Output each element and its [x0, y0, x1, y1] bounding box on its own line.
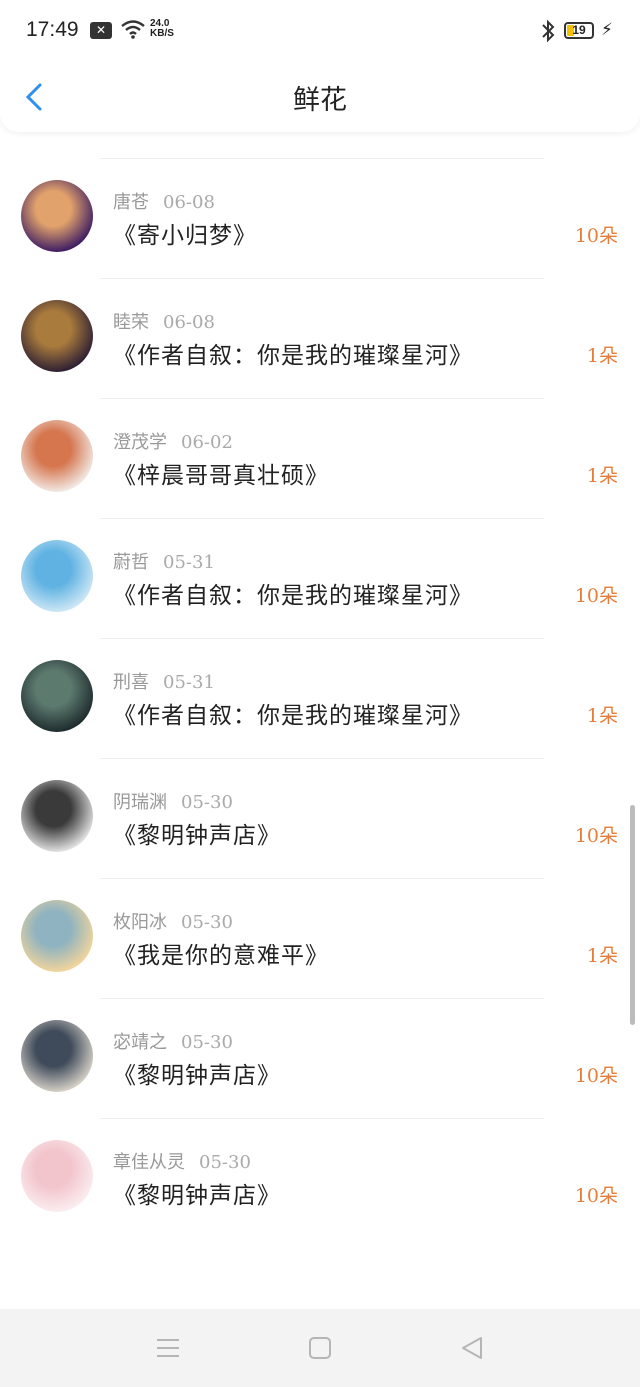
- book-title[interactable]: 《梓晨哥哥真壮硕》: [113, 456, 329, 490]
- flower-count: 1朵: [586, 345, 618, 367]
- system-navigation-bar: [0, 1309, 640, 1387]
- list-item[interactable]: 澄茂学 06-02 《梓晨哥哥真壮硕》 1朵: [0, 398, 640, 518]
- item-meta: 宓靖之 05-30: [113, 1028, 233, 1054]
- scrollbar[interactable]: [630, 805, 635, 1025]
- avatar[interactable]: [21, 180, 93, 252]
- user-name: 唐苍: [113, 192, 149, 213]
- list-item[interactable]: 刑喜 05-31 《作者自叙：你是我的璀璨星河》 1朵: [0, 638, 640, 758]
- avatar[interactable]: [21, 300, 93, 372]
- avatar[interactable]: [21, 660, 93, 732]
- network-speed: 24.0 KB/S: [150, 19, 174, 39]
- item-date: 05-30: [181, 912, 233, 933]
- user-name: 枚阳冰: [113, 912, 167, 933]
- item-meta: 澄茂学 06-02: [113, 428, 233, 454]
- avatar[interactable]: [21, 900, 93, 972]
- list-item[interactable]: 睦荣 06-08 《作者自叙：你是我的璀璨星河》 1朵: [0, 278, 640, 398]
- list-item[interactable]: 唐苍 06-08 《寄小归梦》 10朵: [0, 158, 640, 278]
- charging-icon: ⚡: [601, 20, 613, 39]
- item-date: 05-31: [163, 552, 215, 573]
- item-date: 06-02: [181, 432, 233, 453]
- user-name: 阴瑞渊: [113, 792, 167, 813]
- divider: [100, 278, 544, 279]
- book-title[interactable]: 《作者自叙：你是我的璀璨星河》: [113, 696, 473, 730]
- bluetooth-icon: [542, 19, 555, 43]
- book-title[interactable]: 《我是你的意难平》: [113, 936, 329, 970]
- divider: [100, 518, 544, 519]
- book-title[interactable]: 《黎明钟声店》: [113, 816, 281, 850]
- item-meta: 睦荣 06-08: [113, 308, 215, 334]
- list-item[interactable]: 宓靖之 05-30 《黎明钟声店》 10朵: [0, 998, 640, 1118]
- item-meta: 章佳从灵 05-30: [113, 1148, 251, 1174]
- divider: [100, 638, 544, 639]
- book-title[interactable]: 《作者自叙：你是我的璀璨星河》: [113, 336, 473, 370]
- flower-count: 1朵: [586, 465, 618, 487]
- flower-count: 10朵: [574, 825, 618, 847]
- flower-count: 1朵: [586, 705, 618, 727]
- item-date: 05-30: [181, 1032, 233, 1053]
- book-title[interactable]: 《黎明钟声店》: [113, 1176, 281, 1210]
- menu-icon[interactable]: [151, 1331, 185, 1365]
- divider: [100, 398, 544, 399]
- wifi-icon: [121, 20, 145, 39]
- list-item[interactable]: 枚阳冰 05-30 《我是你的意难平》 1朵: [0, 878, 640, 998]
- list-item[interactable]: 蔚哲 05-31 《作者自叙：你是我的璀璨星河》 10朵: [0, 518, 640, 638]
- list-item[interactable]: 章佳从灵 05-30 《黎明钟声店》 10朵: [0, 1118, 640, 1238]
- user-name: 章佳从灵: [113, 1152, 185, 1173]
- list-item[interactable]: 阴瑞渊 05-30 《黎明钟声店》 10朵: [0, 758, 640, 878]
- avatar[interactable]: [21, 540, 93, 612]
- divider: [100, 878, 544, 879]
- flower-count: 10朵: [574, 1185, 618, 1207]
- status-time: 17:49: [26, 18, 79, 41]
- avatar[interactable]: [21, 1140, 93, 1212]
- divider: [100, 158, 544, 159]
- book-title[interactable]: 《寄小归梦》: [113, 216, 257, 250]
- network-speed-unit: KB/S: [150, 28, 174, 39]
- book-title[interactable]: 《黎明钟声店》: [113, 1056, 281, 1090]
- flower-count: 10朵: [574, 225, 618, 247]
- item-date: 06-08: [163, 192, 215, 213]
- user-name: 澄茂学: [113, 432, 167, 453]
- item-date: 06-08: [163, 312, 215, 333]
- item-date: 05-31: [163, 672, 215, 693]
- user-name: 睦荣: [113, 312, 149, 333]
- back-triangle-icon[interactable]: [455, 1331, 489, 1365]
- item-meta: 刑喜 05-31: [113, 668, 215, 694]
- user-name: 刑喜: [113, 672, 149, 693]
- flower-count: 10朵: [574, 1065, 618, 1087]
- item-date: 05-30: [181, 792, 233, 813]
- flower-count: 10朵: [574, 585, 618, 607]
- user-name: 蔚哲: [113, 552, 149, 573]
- avatar[interactable]: [21, 420, 93, 492]
- home-icon[interactable]: [303, 1331, 337, 1365]
- notification-icon: ✕: [90, 22, 112, 39]
- battery-icon: 19: [564, 22, 594, 39]
- item-meta: 枚阳冰 05-30: [113, 908, 233, 934]
- divider: [100, 998, 544, 999]
- divider: [100, 758, 544, 759]
- avatar[interactable]: [21, 1020, 93, 1092]
- item-meta: 蔚哲 05-31: [113, 548, 215, 574]
- flower-count: 1朵: [586, 945, 618, 967]
- avatar[interactable]: [21, 780, 93, 852]
- page-title: 鲜花: [293, 85, 347, 116]
- user-name: 宓靖之: [113, 1032, 167, 1053]
- flower-list: 康欣彩06-08 《作者自叙：你是我的璀璨星河》 10朵 唐苍06-08 《寄小…: [0, 38, 640, 1238]
- item-meta: 唐苍 06-08: [113, 188, 215, 214]
- divider: [100, 1118, 544, 1119]
- item-meta: 阴瑞渊 05-30: [113, 788, 233, 814]
- battery-level: 19: [572, 23, 586, 37]
- status-bar: 17:49 ✕ 24.0 KB/S 19 ⚡: [0, 0, 640, 62]
- book-title[interactable]: 《作者自叙：你是我的璀璨星河》: [113, 576, 473, 610]
- item-date: 05-30: [199, 1152, 251, 1173]
